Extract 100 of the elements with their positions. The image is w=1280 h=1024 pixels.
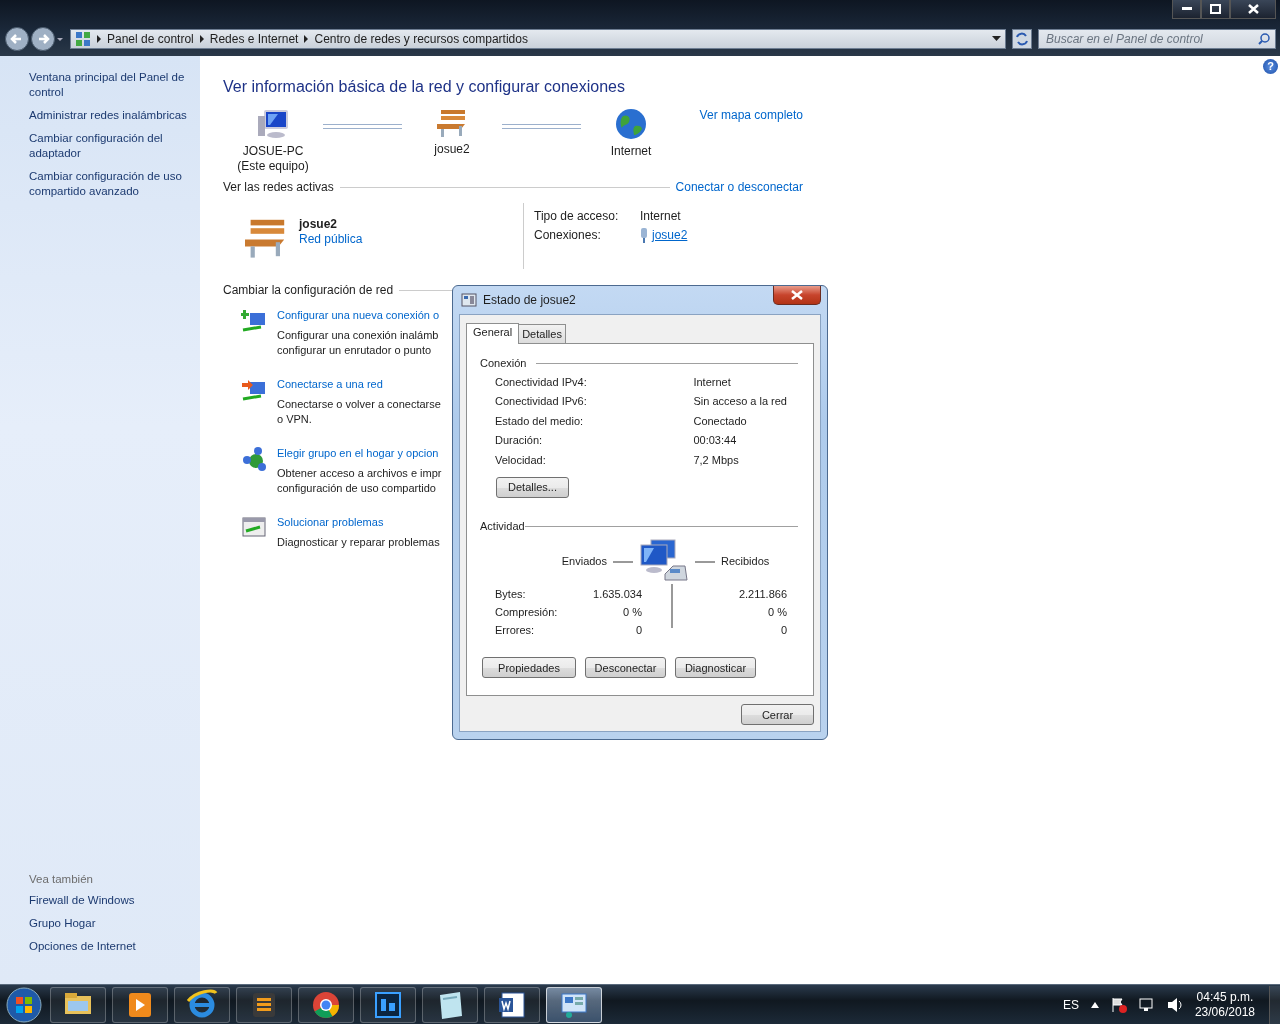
dialog-title: Estado de josue2 <box>483 293 576 307</box>
speaker-icon[interactable] <box>1166 996 1183 1013</box>
access-type-label: Tipo de acceso: <box>534 209 620 224</box>
dropdown-arrow-icon[interactable] <box>992 36 1001 42</box>
close-button[interactable] <box>773 286 821 305</box>
close-dialog-button[interactable]: Cerrar <box>741 704 814 725</box>
task-description-line: Configurar una conexión inalámb <box>277 328 440 343</box>
tab[interactable]: General <box>466 323 520 344</box>
see-also-link[interactable]: Firewall de Windows <box>29 893 190 908</box>
network-add-icon <box>241 308 267 334</box>
map-node-label: josue2 <box>434 142 470 157</box>
see-also-link[interactable]: Opciones de Internet <box>29 939 190 954</box>
group-heading: Actividad <box>480 519 525 533</box>
property-value: 7,2 Mbps <box>693 453 740 467</box>
network-icon[interactable] <box>1138 996 1155 1013</box>
map-node-sublabel: (Este equipo) <box>237 159 309 174</box>
close-icon <box>1247 4 1259 14</box>
minimize-icon <box>1181 7 1192 11</box>
map-node-label: Internet <box>610 144 652 159</box>
task-link[interactable]: Solucionar problemas <box>277 515 440 530</box>
access-type-value: Internet <box>640 209 682 224</box>
taskbar-button[interactable] <box>484 986 540 1023</box>
property-label: Conectividad IPv6: <box>495 395 588 409</box>
group-heading: Conexión <box>480 357 527 370</box>
maximize-icon <box>1210 4 1221 14</box>
sidebar-link[interactable]: Administrar redes inalámbricas <box>29 108 190 123</box>
show-hidden-icons-icon[interactable] <box>1090 1001 1099 1008</box>
page-title: Ver información básica de la red y configurar conexiones <box>223 77 626 97</box>
sent-value: 1.635.034 <box>592 587 642 601</box>
see-also-title: Vea también <box>29 873 94 885</box>
task-description-line: configuración de uso compartido <box>277 481 437 496</box>
date-text: 23/06/2018 <box>1194 1004 1255 1020</box>
property-value: 00:03:44 <box>693 434 738 448</box>
clock[interactable]: 04:45 p.m. 23/06/2018 <box>1194 989 1255 1020</box>
back-button[interactable] <box>4 26 30 52</box>
details-button[interactable]: Detalles... <box>496 476 569 498</box>
task-description-line: configurar un enrutador o punto <box>277 343 433 358</box>
breadcrumb[interactable]: Panel de control <box>107 32 194 46</box>
breadcrumb[interactable]: Centro de redes y recursos compartidos <box>314 32 528 46</box>
taskbar-button[interactable] <box>236 986 292 1023</box>
statistic-label: Errores: <box>495 624 536 638</box>
plug-icon <box>640 228 648 243</box>
control-panel-icon <box>75 31 91 47</box>
map-node-label: JOSUE-PC <box>242 144 304 159</box>
dialog-button[interactable]: Propiedades <box>482 657 576 679</box>
property-label: Duración: <box>495 434 544 448</box>
sent-value: 0 % <box>622 605 642 619</box>
dialog-button[interactable]: Diagnosticar <box>675 657 756 679</box>
language-indicator[interactable]: ES <box>1062 997 1079 1012</box>
task-link[interactable]: Conectarse a una red <box>277 377 441 392</box>
dialog-button[interactable]: Desconectar <box>585 657 666 679</box>
task-description-line: o VPN. <box>277 412 313 427</box>
tab[interactable]: Detalles <box>518 324 566 343</box>
forward-button[interactable] <box>30 26 56 52</box>
sidebar-link[interactable]: Cambiar configuración de uso compartido avanzado <box>29 169 190 199</box>
sent-label: Enviados <box>560 555 607 569</box>
address-field[interactable]: Panel de control Redes e Internet Centro de redes y recursos compartidos <box>70 29 1006 49</box>
section-heading: Ver las redes activas <box>223 180 334 195</box>
full-map-link[interactable]: Ver mapa completo <box>699 108 803 122</box>
task-link[interactable]: Configurar una nueva conexión o <box>277 308 440 323</box>
network-connect-icon <box>241 377 267 403</box>
see-also-link[interactable]: Grupo Hogar <box>29 916 190 931</box>
network-category-link[interactable]: Red pública <box>299 232 363 246</box>
start-button[interactable] <box>4 985 44 1024</box>
help-button[interactable]: ? <box>1263 59 1278 74</box>
taskbar-button[interactable] <box>50 986 106 1023</box>
homegroup-icon <box>241 446 267 472</box>
sidebar-link[interactable]: Ventana principal del Panel de control <box>29 70 190 100</box>
search-icon[interactable] <box>1258 33 1270 45</box>
minimize-button[interactable] <box>1172 0 1201 19</box>
taskbar-button[interactable] <box>174 986 230 1023</box>
received-value: 0 <box>779 624 787 638</box>
statistic-label: Compresión: <box>495 605 559 619</box>
property-value: Conectado <box>693 414 748 428</box>
taskbar-button[interactable] <box>112 986 168 1023</box>
refresh-button[interactable] <box>1012 29 1032 49</box>
connections-label: Conexiones: <box>534 228 602 243</box>
property-value: Internet <box>693 376 732 389</box>
property-label: Conectividad IPv4: <box>495 376 588 389</box>
search-field[interactable]: Buscar en el Panel de control <box>1038 29 1276 49</box>
connect-disconnect-link[interactable]: Conectar o desconectar <box>675 180 803 195</box>
computer-icon <box>256 108 290 140</box>
time-text: 04:45 p.m. <box>1196 989 1254 1005</box>
task-link[interactable]: Elegir grupo en el hogar y opcion <box>277 446 442 461</box>
network-status-icon <box>461 292 477 308</box>
sidebar-link[interactable]: Cambiar configuración del adaptador <box>29 131 190 161</box>
taskbar-button[interactable] <box>546 986 602 1023</box>
received-value: 2.211.866 <box>737 587 787 601</box>
taskbar-button[interactable] <box>422 986 478 1023</box>
received-value: 0 % <box>767 605 787 619</box>
taskbar-button[interactable] <box>360 986 416 1023</box>
connection-link[interactable]: josue2 <box>652 228 688 243</box>
network-name: josue2 <box>299 217 338 232</box>
received-label: Recibidos <box>721 555 770 569</box>
taskbar-button[interactable] <box>298 986 354 1023</box>
maximize-button[interactable] <box>1201 0 1230 19</box>
close-button[interactable] <box>1230 0 1276 19</box>
statistic-label: Bytes: <box>495 587 527 601</box>
breadcrumb[interactable]: Redes e Internet <box>209 32 299 46</box>
flag-error-icon[interactable] <box>1110 996 1127 1013</box>
